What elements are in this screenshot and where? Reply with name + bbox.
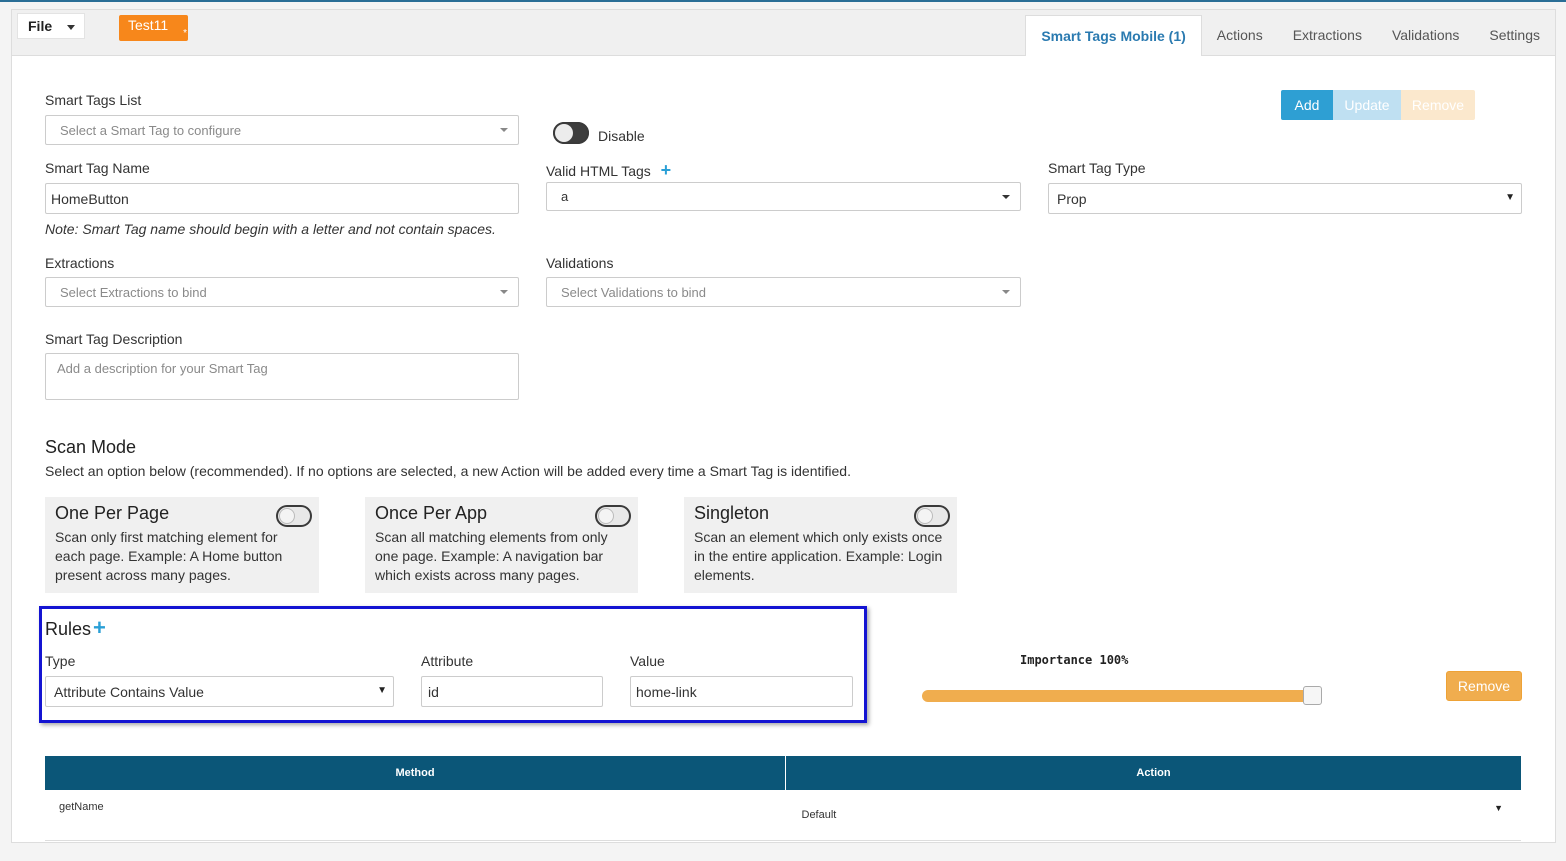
remove-rule-button[interactable]: Remove — [1446, 671, 1522, 701]
description-placeholder: Add a description for your Smart Tag — [57, 361, 268, 376]
validations-placeholder: Select Validations to bind — [561, 285, 707, 300]
description-textarea[interactable]: Add a description for your Smart Tag — [45, 353, 519, 400]
methods-table: Method Action getName Default ▼ — [45, 756, 1521, 841]
rule-type-value: Attribute Contains Value — [54, 684, 204, 700]
main-tabs: Smart Tags Mobile (1) Actions Extraction… — [1025, 15, 1555, 56]
add-rule-icon[interactable]: + — [93, 615, 106, 640]
scan-option-description: Scan only first matching element for eac… — [55, 529, 283, 583]
chevron-down-icon — [67, 25, 75, 30]
toggle-knob — [279, 508, 295, 524]
smart-tags-list-label: Smart Tags List — [45, 92, 142, 108]
smart-tag-name-note: Note: Smart Tag name should begin with a… — [45, 221, 496, 237]
smart-tag-type-label: Smart Tag Type — [1048, 160, 1146, 176]
description-label: Smart Tag Description — [45, 331, 183, 347]
validations-select[interactable]: Select Validations to bind — [546, 277, 1021, 307]
toggle-knob — [917, 508, 933, 524]
rule-attribute-input[interactable]: id — [421, 676, 603, 707]
select-arrow-icon: ▼ — [1494, 803, 1503, 813]
add-html-tag-icon[interactable]: + — [661, 160, 672, 180]
table-header-action: Action — [785, 756, 1521, 790]
scan-option-one-per-page: One Per Page Scan only first matching el… — [45, 497, 319, 593]
smart-tag-type-value: Prop — [1057, 191, 1087, 207]
file-menu-button[interactable]: File — [17, 13, 85, 39]
chevron-down-icon — [1002, 290, 1010, 294]
remove-smart-tag-button[interactable]: Remove — [1401, 90, 1475, 120]
rules-title: Rules+ — [45, 615, 106, 641]
scan-option-once-per-app: Once Per App Scan all matching elements … — [365, 497, 638, 593]
chevron-down-icon — [500, 128, 508, 132]
valid-html-tags-label: Valid HTML Tags + — [546, 160, 671, 181]
one-per-page-toggle[interactable] — [276, 505, 312, 527]
rules-title-text: Rules — [45, 619, 92, 639]
open-project-tab[interactable]: Test11 * — [119, 15, 188, 41]
add-button[interactable]: Add — [1281, 90, 1333, 120]
select-arrow-icon: ▼ — [1505, 192, 1515, 203]
scan-option-title: Once Per App — [375, 503, 488, 523]
chevron-down-icon — [1002, 195, 1010, 199]
action-cell[interactable]: Default ▼ — [785, 790, 1521, 841]
unsaved-marker: * — [183, 28, 187, 39]
disable-toggle[interactable] — [553, 122, 589, 144]
extractions-select[interactable]: Select Extractions to bind — [45, 277, 519, 307]
scan-option-title: Singleton — [694, 503, 770, 523]
smart-tags-list-placeholder: Select a Smart Tag to configure — [60, 123, 242, 138]
scan-option-description: Scan an element which only exists once i… — [694, 529, 943, 583]
importance-label: Importance 100% — [1020, 653, 1129, 667]
extractions-placeholder: Select Extractions to bind — [60, 285, 207, 300]
scan-option-title: One Per Page — [55, 503, 170, 523]
rule-value-input[interactable]: home-link — [630, 676, 853, 707]
chevron-down-icon — [500, 290, 508, 294]
smart-tag-type-select[interactable]: Prop ▼ — [1048, 183, 1522, 214]
top-accent-line — [0, 0, 1566, 2]
open-project-label: Test11 — [128, 17, 169, 33]
toggle-knob — [598, 508, 614, 524]
tab-actions[interactable]: Actions — [1202, 15, 1278, 56]
rule-value-label: Value — [630, 653, 665, 669]
valid-html-tags-select[interactable]: a — [546, 182, 1021, 211]
table-header-method: Method — [45, 756, 786, 790]
smart-tags-list-select[interactable]: Select a Smart Tag to configure — [45, 115, 519, 145]
extractions-label: Extractions — [45, 255, 115, 271]
toggle-knob — [555, 124, 573, 142]
valid-html-tags-label-text: Valid HTML Tags — [546, 163, 651, 179]
smart-tag-name-label: Smart Tag Name — [45, 160, 150, 176]
once-per-app-toggle[interactable] — [595, 505, 631, 527]
update-button[interactable]: Update — [1333, 90, 1401, 120]
scan-mode-subtitle: Select an option below (recommended). If… — [45, 463, 851, 479]
importance-slider-track[interactable] — [922, 690, 1320, 702]
rule-type-label: Type — [45, 653, 76, 669]
table-row: getName Default ▼ — [45, 790, 1521, 841]
importance-slider-handle[interactable] — [1303, 686, 1322, 705]
rule-type-select[interactable]: Attribute Contains Value ▼ — [45, 676, 394, 707]
singleton-toggle[interactable] — [914, 505, 950, 527]
smart-tag-name-input[interactable]: HomeButton — [45, 183, 519, 214]
file-menu-label: File — [28, 18, 53, 34]
scan-option-description: Scan all matching elements from only one… — [375, 529, 608, 583]
select-arrow-icon: ▼ — [377, 685, 387, 696]
action-select-value: Default — [801, 809, 837, 821]
disable-label: Disable — [598, 128, 645, 144]
scan-mode-title: Scan Mode — [45, 437, 137, 457]
scan-option-singleton: Singleton Scan an element which only exi… — [684, 497, 957, 593]
tab-validations[interactable]: Validations — [1377, 15, 1474, 56]
valid-html-tags-value: a — [561, 189, 569, 204]
rule-attribute-label: Attribute — [421, 653, 474, 669]
validations-label: Validations — [546, 255, 614, 271]
tab-extractions[interactable]: Extractions — [1278, 15, 1377, 56]
method-cell: getName — [45, 790, 786, 841]
tab-smart-tags-mobile[interactable]: Smart Tags Mobile (1) — [1025, 15, 1202, 56]
tab-settings[interactable]: Settings — [1474, 15, 1555, 56]
